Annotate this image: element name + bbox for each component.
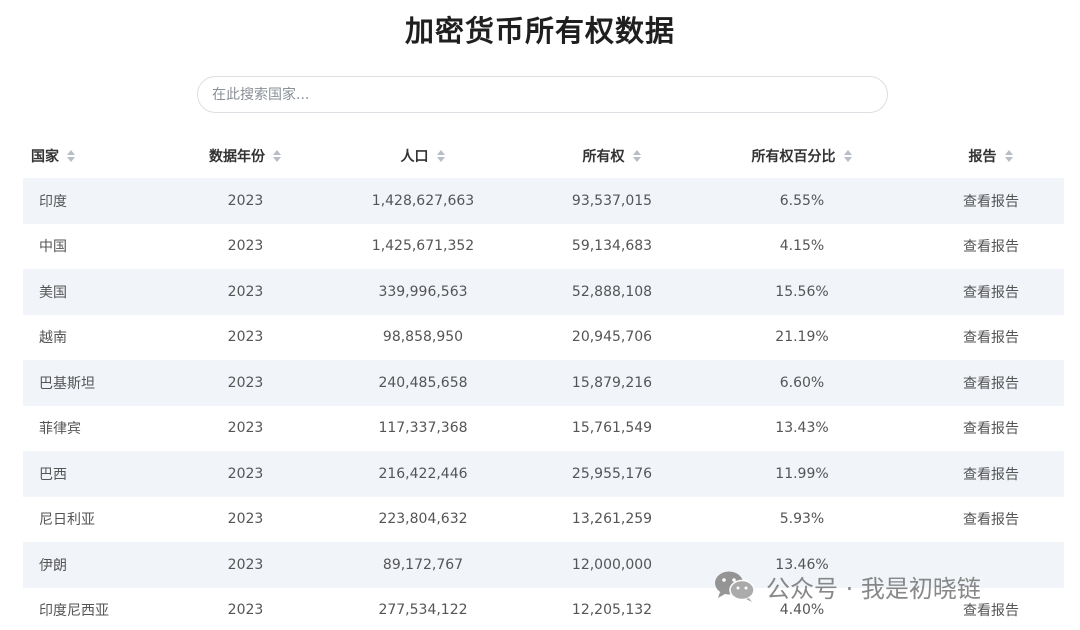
cell-percent: 15.56% <box>686 269 918 315</box>
cell-year: 2023 <box>183 269 308 315</box>
cell-year: 2023 <box>227 420 264 437</box>
cell-ownership: 15,761,549 <box>571 420 653 437</box>
cell-population: 98,858,950 <box>382 329 464 346</box>
sort-icon[interactable] <box>632 149 642 162</box>
cell-ownership: 93,537,015 <box>538 178 686 224</box>
view-report-link[interactable]: 查看报告 <box>918 360 1064 406</box>
cell-population: 223,804,632 <box>378 511 468 528</box>
cell-percent: 21.19% <box>775 329 829 346</box>
column-header-ownership[interactable]: 所有权 <box>538 133 686 178</box>
cell-ownership: 15,879,216 <box>538 360 686 406</box>
view-report-link[interactable]: 查看报告 <box>918 497 1064 543</box>
cell-percent: 13.43% <box>775 420 829 437</box>
cell-country: 越南 <box>39 330 67 347</box>
table-row: 巴西 2023 216,422,446 25,955,176 11.99% 查看… <box>23 451 1064 497</box>
view-report-link[interactable]: 查看报告 <box>918 451 1064 497</box>
cell-population: 216,422,446 <box>308 451 538 497</box>
table-row: 越南 2023 98,858,950 20,945,706 21.19% 查看报… <box>23 315 1064 361</box>
view-report-link[interactable]: 查看报告 <box>918 315 1064 361</box>
cell-year: 2023 <box>183 542 308 588</box>
table-row: 菲律宾 2023 117,337,368 15,761,549 13.43% 查… <box>23 406 1064 452</box>
cell-percent: 6.60% <box>686 360 918 406</box>
cell-percent: 11.99% <box>686 451 918 497</box>
cell-year: 2023 <box>227 238 264 255</box>
cell-year: 2023 <box>227 329 264 346</box>
sort-icon[interactable] <box>272 149 282 162</box>
data-table: 国家 数据年份 人口 所有权 所有权百分比 报告 印度 2023 1,428,6… <box>23 133 1064 630</box>
table-header-row: 国家 数据年份 人口 所有权 所有权百分比 报告 <box>23 133 1064 178</box>
sort-icon[interactable] <box>436 149 446 162</box>
cell-percent: 4.15% <box>779 238 825 255</box>
view-report-link[interactable]: 查看报告 <box>918 178 1064 224</box>
cell-country: 菲律宾 <box>39 421 81 438</box>
cell-country: 中国 <box>39 239 67 256</box>
cell-country: 美国 <box>23 269 183 315</box>
cell-population: 277,534,122 <box>378 602 468 619</box>
table-row: 尼日利亚 2023 223,804,632 13,261,259 5.93% 查… <box>23 497 1064 543</box>
page: 加密货币所有权数据 国家 数据年份 人口 所有权 所有权百分比 报告 印度 20 <box>0 0 1080 630</box>
cell-population: 1,425,671,352 <box>371 238 475 255</box>
cell-ownership: 13,261,259 <box>571 511 653 528</box>
watermark: 公众号 · 我是初晓链 <box>714 566 981 606</box>
cell-ownership: 59,134,683 <box>571 238 653 255</box>
cell-percent: 5.93% <box>779 511 825 528</box>
cell-ownership: 12,000,000 <box>538 542 686 588</box>
cell-population: 1,428,627,663 <box>308 178 538 224</box>
sort-icon[interactable] <box>1004 149 1014 162</box>
column-header-population[interactable]: 人口 <box>308 133 538 178</box>
watermark-text: 公众号 · 我是初晓链 <box>766 574 981 603</box>
cell-country: 印度尼西亚 <box>39 603 109 620</box>
cell-population: 339,996,563 <box>308 269 538 315</box>
view-report-link[interactable]: 查看报告 <box>918 269 1064 315</box>
view-report-link[interactable]: 查看报告 <box>918 406 1064 452</box>
page-title: 加密货币所有权数据 <box>404 14 675 48</box>
search-input[interactable] <box>197 76 888 113</box>
sort-icon[interactable] <box>843 149 853 162</box>
cell-year: 2023 <box>183 360 308 406</box>
cell-country: 伊朗 <box>23 542 183 588</box>
cell-population: 117,337,368 <box>378 420 468 437</box>
cell-ownership: 52,888,108 <box>538 269 686 315</box>
table-row: 印度 2023 1,428,627,663 93,537,015 6.55% 查… <box>23 178 1064 224</box>
table-row: 巴基斯坦 2023 240,485,658 15,879,216 6.60% 查… <box>23 360 1064 406</box>
cell-ownership: 12,205,132 <box>571 602 653 619</box>
cell-country: 印度 <box>23 178 183 224</box>
cell-population: 240,485,658 <box>308 360 538 406</box>
cell-ownership: 20,945,706 <box>571 329 653 346</box>
cell-country: 巴西 <box>23 451 183 497</box>
cell-population: 89,172,767 <box>308 542 538 588</box>
cell-year: 2023 <box>183 178 308 224</box>
table-row: 中国 2023 1,425,671,352 59,134,683 4.15% 查… <box>23 224 1064 270</box>
cell-country: 尼日利亚 <box>39 512 95 529</box>
cell-year: 2023 <box>183 451 308 497</box>
sort-icon[interactable] <box>66 149 76 162</box>
cell-year: 2023 <box>227 602 264 619</box>
cell-ownership: 25,955,176 <box>538 451 686 497</box>
column-header-country[interactable]: 国家 <box>23 133 183 178</box>
cell-percent: 6.55% <box>686 178 918 224</box>
cell-year: 2023 <box>227 511 264 528</box>
column-header-report[interactable]: 报告 <box>918 133 1064 178</box>
wechat-icon <box>715 571 755 602</box>
table-row: 美国 2023 339,996,563 52,888,108 15.56% 查看… <box>23 269 1064 315</box>
cell-country: 巴基斯坦 <box>23 360 183 406</box>
column-header-year[interactable]: 数据年份 <box>183 133 308 178</box>
view-report-link[interactable]: 查看报告 <box>918 224 1064 270</box>
column-header-percent[interactable]: 所有权百分比 <box>686 133 918 178</box>
